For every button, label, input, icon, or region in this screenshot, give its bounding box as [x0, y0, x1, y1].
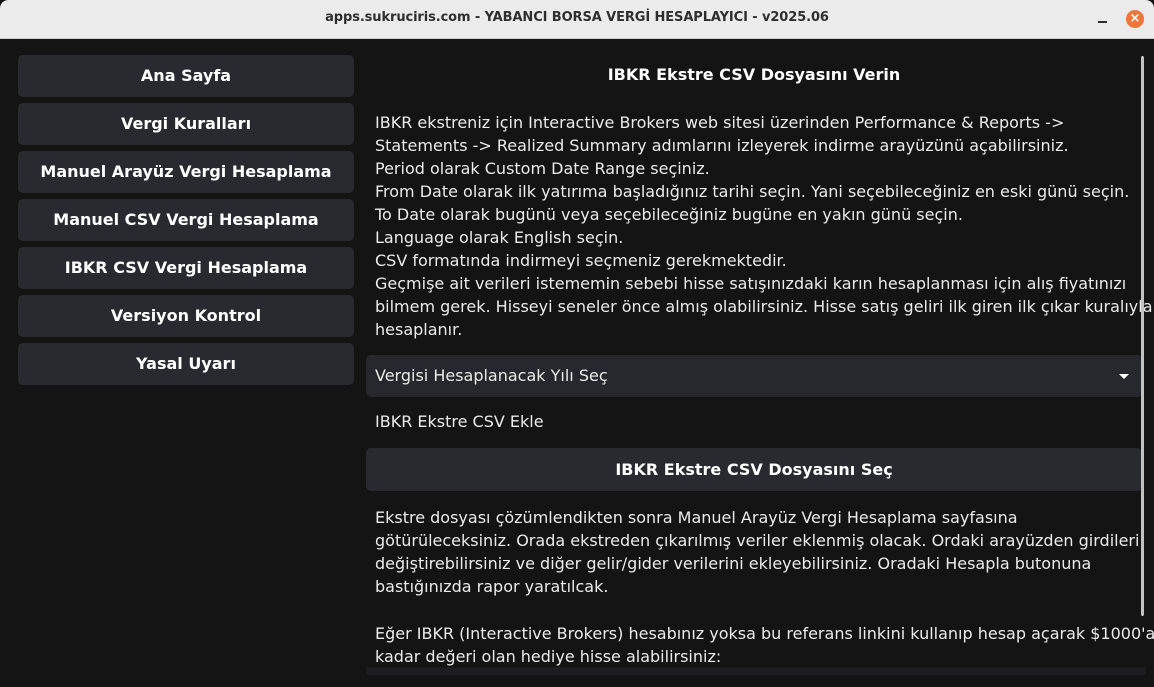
instruction-line: bilmem gerek. Hisseyi seneler önce almış… — [375, 297, 1153, 316]
app-window: apps.sukruciris.com - YABANCI BORSA VERG… — [0, 0, 1154, 687]
scrollbar-thumb[interactable] — [1141, 56, 1144, 616]
referral-text: Eğer IBKR (Interactive Brokers) hesabını… — [375, 622, 1154, 668]
minimize-icon[interactable] — [1094, 10, 1110, 26]
page-title: IBKR Ekstre CSV Dosyasını Verin — [607, 65, 901, 84]
scroll-fade-edge — [366, 667, 1146, 675]
main-panel: IBKR Ekstre CSV Dosyasını Verin IBKR eks… — [366, 39, 1154, 687]
title-bar[interactable]: apps.sukruciris.com - YABANCI BORSA VERG… — [0, 0, 1154, 39]
sidebar-item-ana-sayfa[interactable]: Ana Sayfa — [18, 55, 354, 97]
info-line: götürüleceksiniz. Orada ekstreden çıkarı… — [375, 531, 1140, 550]
csv-upload-label: IBKR Ekstre CSV Ekle — [375, 412, 544, 431]
instruction-line: IBKR ekstreniz için Interactive Brokers … — [375, 113, 1065, 132]
instruction-line: Language olarak English seçin. — [375, 228, 624, 247]
instruction-line: Period olarak Custom Date Range seçiniz. — [375, 159, 710, 178]
content-area: Ana Sayfa Vergi Kuralları Manuel Arayüz … — [0, 39, 1154, 687]
sidebar-item-manuel-arayuz[interactable]: Manuel Arayüz Vergi Hesaplama — [18, 151, 354, 193]
year-select[interactable]: Vergisi Hesaplanacak Yılı Seç — [366, 355, 1142, 397]
select-csv-file-button[interactable]: IBKR Ekstre CSV Dosyasını Seç — [366, 448, 1142, 491]
instructions-text: IBKR ekstreniz için Interactive Brokers … — [375, 111, 1153, 341]
sidebar-item-ibkr-csv[interactable]: IBKR CSV Vergi Hesaplama — [18, 247, 354, 289]
instruction-line: hesaplanır. — [375, 320, 463, 339]
info-line: değiştirebilirsiniz ve diğer gelir/gider… — [375, 554, 1092, 573]
sidebar-item-yasal-uyari[interactable]: Yasal Uyarı — [18, 343, 354, 385]
instruction-line: CSV formatında indirmeyi seçmeniz gerekm… — [375, 251, 787, 270]
sidebar-item-vergi-kurallari[interactable]: Vergi Kuralları — [18, 103, 354, 145]
referral-line: kadar değeri olan hediye hisse alabilirs… — [375, 647, 722, 666]
post-upload-info-text: Ekstre dosyası çözümlendikten sonra Manu… — [375, 506, 1145, 598]
chevron-down-icon[interactable] — [1119, 374, 1129, 379]
instruction-line: From Date olarak ilk yatırıma başladığın… — [375, 182, 1130, 201]
window-title: apps.sukruciris.com - YABANCI BORSA VERG… — [325, 10, 829, 25]
referral-line: Eğer IBKR (Interactive Brokers) hesabını… — [375, 624, 1154, 643]
info-line: Ekstre dosyası çözümlendikten sonra Manu… — [375, 508, 1018, 527]
sidebar-item-manuel-csv[interactable]: Manuel CSV Vergi Hesaplama — [18, 199, 354, 241]
close-icon[interactable]: × — [1126, 10, 1144, 28]
instruction-line: To Date olarak bugünü veya seçebileceğin… — [375, 205, 963, 224]
vertical-scrollbar[interactable] — [1140, 56, 1146, 636]
instruction-line: Statements -> Realized Summary adımların… — [375, 136, 1069, 155]
year-select-label: Vergisi Hesaplanacak Yılı Seç — [375, 366, 608, 385]
instruction-line: Geçmişe ait verileri istememin sebebi hi… — [375, 274, 1127, 293]
info-line: bastığınızda rapor yaratılcak. — [375, 577, 609, 596]
sidebar-item-versiyon-kontrol[interactable]: Versiyon Kontrol — [18, 295, 354, 337]
